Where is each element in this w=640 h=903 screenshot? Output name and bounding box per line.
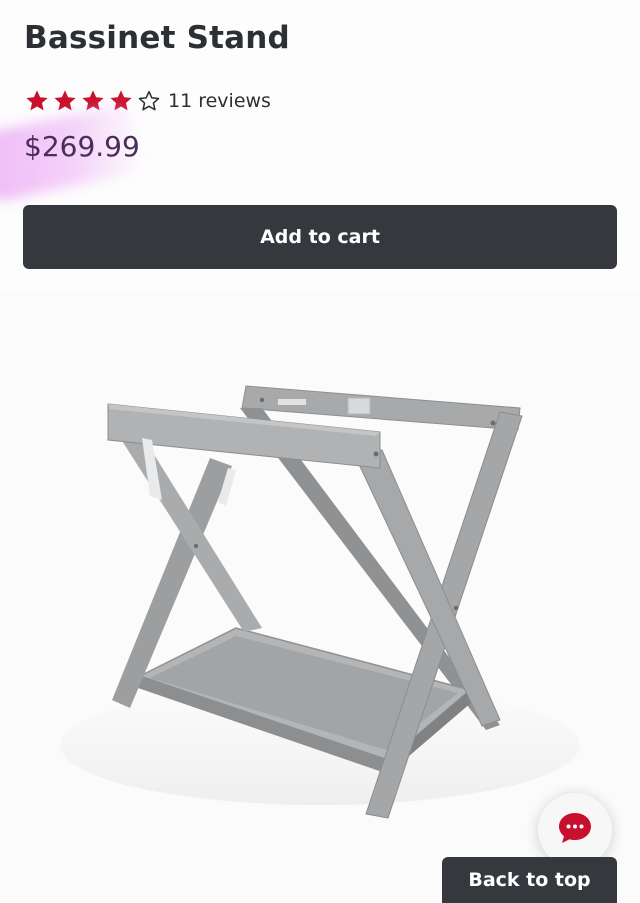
add-to-cart-button[interactable]: Add to cart xyxy=(23,205,617,269)
star-filled-icon xyxy=(52,88,78,114)
star-outline-icon xyxy=(136,88,162,114)
reviews-link[interactable]: 11 reviews xyxy=(168,90,271,112)
product-price: $269.99 xyxy=(24,130,140,163)
chat-button[interactable] xyxy=(538,793,612,867)
chat-bubble-icon xyxy=(556,810,594,850)
back-to-top-button[interactable]: Back to top xyxy=(442,857,617,903)
rating-row[interactable]: 11 reviews xyxy=(24,86,271,116)
product-page: Bassinet Stand 11 reviews $269.99 Add to… xyxy=(0,0,640,903)
star-filled-icon xyxy=(24,88,50,114)
product-title: Bassinet Stand xyxy=(24,20,290,56)
